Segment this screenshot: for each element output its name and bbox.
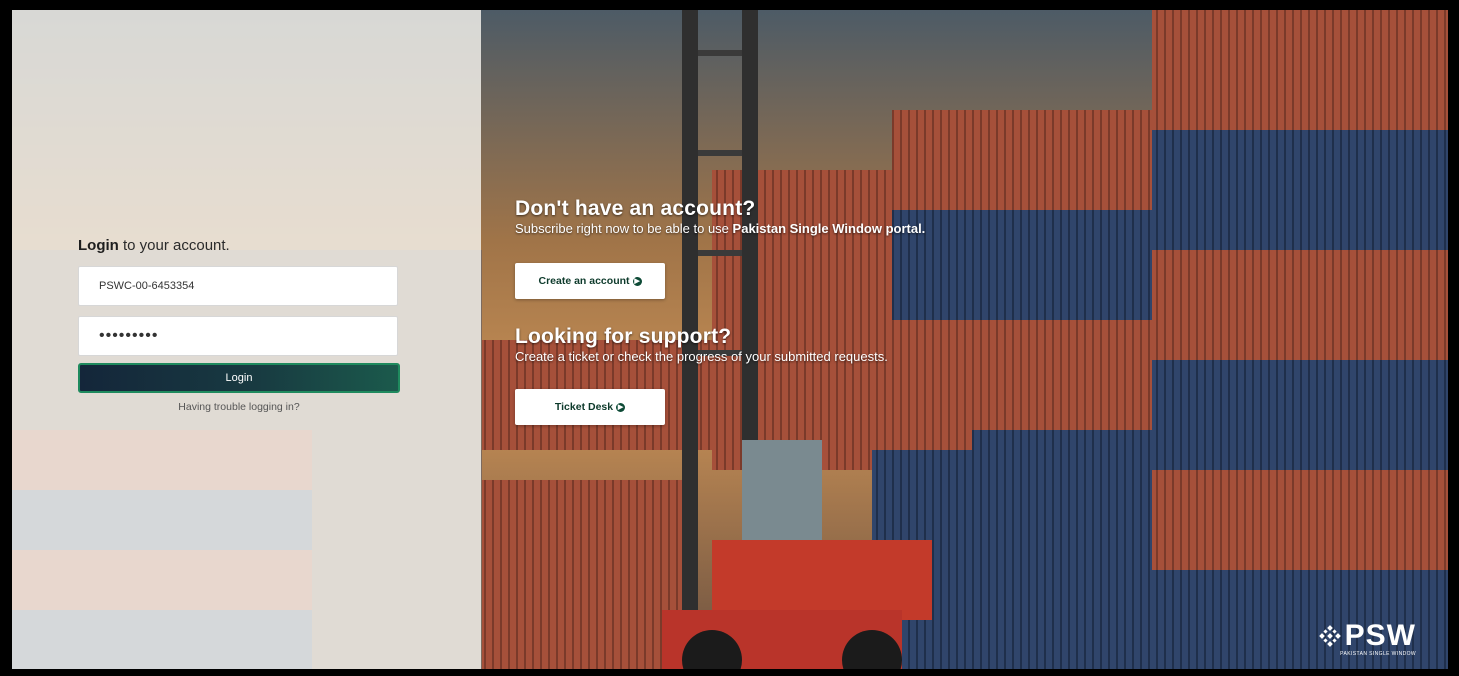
username-input[interactable]	[78, 266, 398, 306]
support-subtitle: Create a ticket or check the progress of…	[515, 349, 888, 364]
psw-logo: PSW PAKISTAN SINGLE WINDOW	[1318, 619, 1416, 657]
support-section: Looking for support? Create a ticket or …	[515, 325, 888, 364]
arrow-right-circle-icon: ▶	[632, 276, 642, 286]
support-title: Looking for support?	[515, 325, 732, 348]
signup-subtitle-text: Subscribe right now to be able to use	[515, 221, 729, 236]
ticket-desk-button[interactable]: Ticket Desk ▶	[515, 389, 665, 425]
login-page: Login to your account. Login Having trou…	[12, 10, 1448, 669]
login-heading: Login to your account.	[78, 237, 230, 254]
create-account-label: Create an account	[538, 275, 630, 287]
trouble-logging-in-link[interactable]: Having trouble logging in?	[78, 401, 400, 413]
login-panel: Login to your account. Login Having trou…	[12, 10, 481, 669]
create-account-button[interactable]: Create an account ▶	[515, 263, 665, 299]
screen-frame: Login to your account. Login Having trou…	[0, 0, 1459, 676]
login-heading-rest: to your account.	[123, 237, 230, 254]
signup-subtitle-bold: Pakistan Single Window portal.	[732, 221, 926, 236]
psw-logo-subtitle: PAKISTAN SINGLE WINDOW	[1340, 651, 1416, 657]
signup-subtitle: Subscribe right now to be able to use Pa…	[515, 221, 925, 236]
signup-section: Don't have an account? Subscribe right n…	[515, 197, 925, 236]
signup-title: Don't have an account?	[515, 197, 756, 220]
psw-logo-text: PSW	[1344, 619, 1416, 652]
psw-logo-mark-icon	[1318, 625, 1341, 647]
arrow-right-circle-icon: ▶	[616, 402, 626, 412]
login-heading-bold: Login	[78, 237, 119, 254]
password-input[interactable]	[78, 316, 398, 356]
login-button[interactable]: Login	[78, 363, 400, 393]
ticket-desk-label: Ticket Desk	[554, 401, 614, 413]
